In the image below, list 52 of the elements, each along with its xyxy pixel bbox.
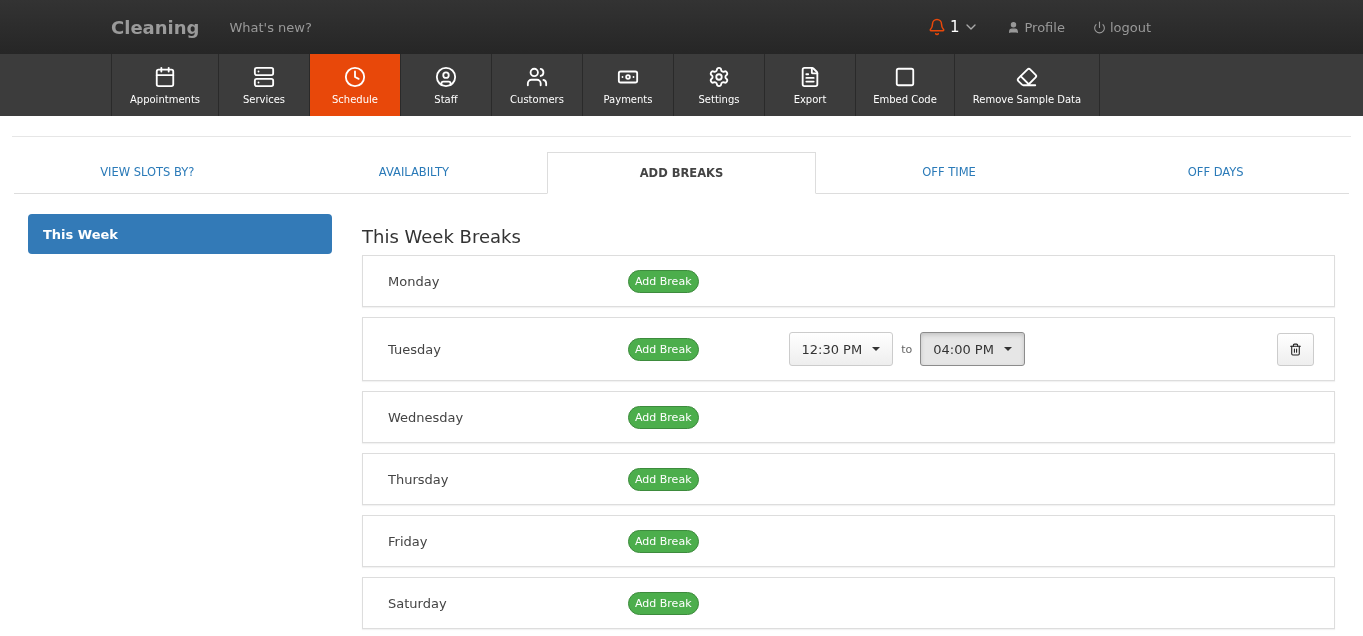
day-name: Wednesday <box>388 409 465 425</box>
nav-item[interactable]: Remove Sample Data <box>954 54 1100 116</box>
settings-icon <box>708 65 730 88</box>
day-name: Thursday <box>388 471 450 487</box>
tab[interactable]: OFF TIME <box>815 152 1083 192</box>
nav-item[interactable]: Settings <box>673 54 764 116</box>
caret-icon <box>1003 347 1012 351</box>
tab[interactable]: AVAILABILTY <box>280 152 548 192</box>
delete-button[interactable] <box>1277 332 1314 366</box>
nav-item[interactable]: Schedule <box>309 54 400 116</box>
tab[interactable]: VIEW SLOTS BY? <box>14 152 281 192</box>
user-icon <box>1007 20 1021 34</box>
users-icon <box>526 65 548 88</box>
notifications-button[interactable]: 1 <box>927 18 980 36</box>
nav-item[interactable]: Staff <box>400 54 491 116</box>
add-break-button[interactable]: Add Break <box>628 405 699 429</box>
time-dropdown[interactable]: 04:00 PM <box>920 332 1025 366</box>
brand-name[interactable]: Cleaning <box>111 16 200 38</box>
to-label: to <box>901 342 913 356</box>
time-dropdown[interactable]: 12:30 PM <box>788 332 894 366</box>
day-name: Tuesday <box>388 341 442 357</box>
trash-icon <box>1289 342 1302 356</box>
logout-link[interactable]: logout <box>1092 19 1151 35</box>
user-icon <box>435 65 457 88</box>
add-break-button[interactable]: Add Break <box>628 591 699 615</box>
add-break-button[interactable]: Add Break <box>628 529 699 553</box>
day-name: Friday <box>388 533 429 549</box>
nav-item[interactable]: Export <box>764 54 855 116</box>
add-break-button[interactable]: Add Break <box>628 269 699 293</box>
day-name: Monday <box>388 273 441 289</box>
square-icon <box>894 65 916 88</box>
add-break-button[interactable]: Add Break <box>628 337 699 361</box>
eraser-icon <box>1016 65 1038 88</box>
nav-item[interactable]: Customers <box>491 54 582 116</box>
caret-icon <box>872 347 881 351</box>
section-title: This Week Breaks <box>362 226 522 247</box>
clock-icon <box>344 65 366 88</box>
document-icon <box>799 65 821 88</box>
nav-item[interactable]: Payments <box>582 54 673 116</box>
bell-icon <box>927 18 946 36</box>
whats-new-link[interactable]: What's new? <box>229 19 312 35</box>
power-icon <box>1092 20 1106 34</box>
tab[interactable]: ADD BREAKS <box>547 152 816 194</box>
nav-item[interactable]: Embed Code <box>855 54 954 116</box>
tab[interactable]: OFF DAYS <box>1082 152 1349 192</box>
day-name: Saturday <box>388 595 448 611</box>
sidebar-item[interactable]: This Week <box>28 214 332 254</box>
calendar-icon <box>154 65 176 88</box>
profile-link[interactable]: Profile <box>1007 19 1065 35</box>
add-break-button[interactable]: Add Break <box>628 467 699 491</box>
server-icon <box>253 65 275 88</box>
nav-item[interactable]: Appointments <box>111 54 218 116</box>
